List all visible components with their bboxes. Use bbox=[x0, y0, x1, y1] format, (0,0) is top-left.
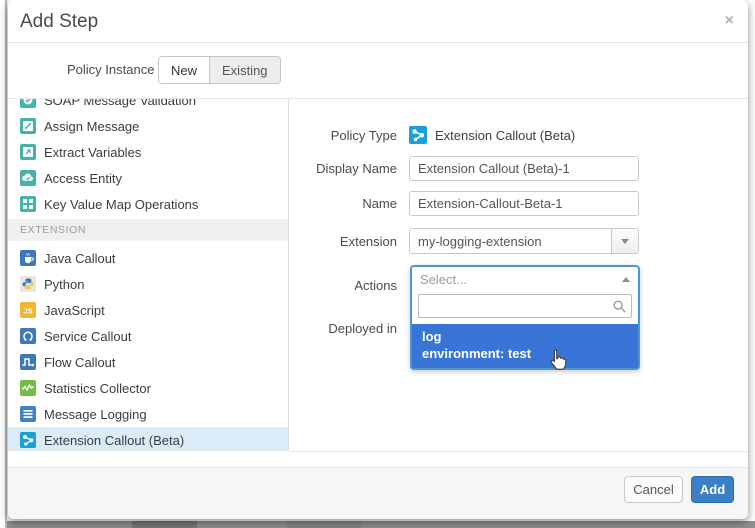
extension-callout-icon bbox=[20, 432, 36, 448]
sidebar-item-javascript[interactable]: JS JavaScript bbox=[8, 297, 288, 323]
display-name-label: Display Name bbox=[289, 161, 397, 176]
policy-type-value: Extension Callout (Beta) bbox=[435, 128, 575, 143]
policy-type-list: SOAP Message Validation Assign Message Ext… bbox=[8, 99, 289, 451]
service-callout-icon bbox=[20, 328, 36, 344]
deployed-in-label: Deployed in bbox=[289, 321, 397, 336]
sidebar-item-service-callout[interactable]: Service Callout bbox=[8, 323, 288, 349]
python-icon bbox=[20, 276, 36, 292]
sidebar-item-extract-variables[interactable]: Extract Variables bbox=[8, 139, 288, 165]
sidebar-item-label: Extract Variables bbox=[44, 145, 141, 160]
sidebar-item-label: Python bbox=[44, 277, 84, 292]
actions-search bbox=[412, 292, 638, 324]
access-entity-icon bbox=[20, 170, 36, 186]
extension-select[interactable]: my-logging-extension bbox=[409, 228, 639, 254]
sidebar-item-label: SOAP Message Validation bbox=[44, 99, 196, 108]
message-logging-icon bbox=[20, 406, 36, 422]
sidebar-item-java-callout[interactable]: Java Callout bbox=[8, 245, 288, 271]
actions-label: Actions bbox=[289, 278, 397, 293]
sidebar-item-flow-callout[interactable]: Flow Callout bbox=[8, 349, 288, 375]
sidebar-item-key-value-map-operations[interactable]: Key Value Map Operations bbox=[8, 191, 288, 217]
sidebar-item-assign-message[interactable]: Assign Message bbox=[8, 113, 288, 139]
search-icon bbox=[612, 299, 627, 319]
extension-select-value: my-logging-extension bbox=[410, 234, 611, 249]
policy-instance-row: Policy Instance New Existing bbox=[8, 43, 748, 98]
extension-callout-icon bbox=[409, 126, 427, 144]
page-background-edge bbox=[5, 0, 7, 528]
chevron-down-icon bbox=[621, 239, 629, 244]
extract-variables-icon bbox=[20, 144, 36, 160]
sidebar-item-label: JavaScript bbox=[44, 303, 105, 318]
sidebar-item-python[interactable]: Python bbox=[8, 271, 288, 297]
sidebar-item-label: Message Logging bbox=[44, 407, 147, 422]
sidebar-item-label: Service Callout bbox=[44, 329, 131, 344]
svg-text:JS: JS bbox=[23, 307, 32, 316]
java-callout-icon bbox=[20, 250, 36, 266]
actions-placeholder: Select... bbox=[420, 272, 622, 287]
actions-dropdown-open: Select... log environment: test bbox=[410, 265, 640, 370]
dimmed-page-background bbox=[7, 521, 755, 528]
page-title: Add Step bbox=[20, 11, 98, 33]
sidebar-item-label: Assign Message bbox=[44, 119, 139, 134]
toggle-existing-button[interactable]: Existing bbox=[210, 57, 280, 83]
option-line-action: log bbox=[422, 328, 638, 345]
policy-instance-label: Policy Instance bbox=[67, 62, 154, 77]
toggle-new-button[interactable]: New bbox=[159, 57, 210, 83]
add-button[interactable]: Add bbox=[691, 476, 734, 503]
key-value-map-icon bbox=[20, 196, 36, 212]
extension-section-header: EXTENSION bbox=[8, 219, 288, 241]
sidebar-item-label: Access Entity bbox=[44, 171, 122, 186]
name-label: Name bbox=[289, 196, 397, 211]
display-name-input[interactable] bbox=[409, 156, 639, 181]
sidebar-item-message-logging[interactable]: Message Logging bbox=[8, 401, 288, 427]
add-step-modal: Add Step × Policy Instance New Existing … bbox=[8, 0, 748, 519]
modal-content: SOAP Message Validation Assign Message Ext… bbox=[8, 98, 748, 466]
sidebar-item-label: Extension Callout (Beta) bbox=[44, 433, 184, 448]
name-input[interactable] bbox=[409, 191, 639, 216]
javascript-icon: JS bbox=[20, 302, 36, 318]
actions-select[interactable]: Select... bbox=[412, 267, 638, 292]
sidebar-item-label: Statistics Collector bbox=[44, 381, 151, 396]
policy-type-label: Policy Type bbox=[289, 128, 397, 143]
sidebar-item-label: Key Value Map Operations bbox=[44, 197, 198, 212]
policy-form: Policy Type Extension Callout (Beta) Dis… bbox=[289, 99, 748, 466]
soap-validation-icon bbox=[20, 99, 36, 108]
flow-callout-icon bbox=[20, 354, 36, 370]
modal-footer: Cancel Add bbox=[8, 467, 748, 519]
sidebar-item-label: Flow Callout bbox=[44, 355, 116, 370]
option-line-environment: environment: test bbox=[422, 345, 638, 362]
modal-header: Add Step × bbox=[8, 0, 748, 43]
sidebar-item-label: Java Callout bbox=[44, 251, 116, 266]
sidebar-item-statistics-collector[interactable]: Statistics Collector bbox=[8, 375, 288, 401]
close-icon[interactable]: × bbox=[725, 13, 734, 29]
extension-label: Extension bbox=[289, 234, 397, 249]
sidebar-item-extension-callout-beta[interactable]: Extension Callout (Beta) bbox=[8, 427, 288, 451]
statistics-collector-icon bbox=[20, 380, 36, 396]
sidebar-item-soap-message-validation[interactable]: SOAP Message Validation bbox=[8, 99, 288, 113]
assign-message-icon bbox=[20, 118, 36, 134]
policy-instance-toggle: New Existing bbox=[158, 56, 281, 84]
actions-search-input[interactable] bbox=[418, 294, 632, 318]
extension-select-button[interactable] bbox=[611, 229, 638, 253]
cancel-button[interactable]: Cancel bbox=[624, 476, 683, 503]
chevron-up-icon bbox=[622, 277, 630, 282]
actions-option-log[interactable]: log environment: test bbox=[412, 324, 638, 368]
sidebar-item-access-entity[interactable]: Access Entity bbox=[8, 165, 288, 191]
